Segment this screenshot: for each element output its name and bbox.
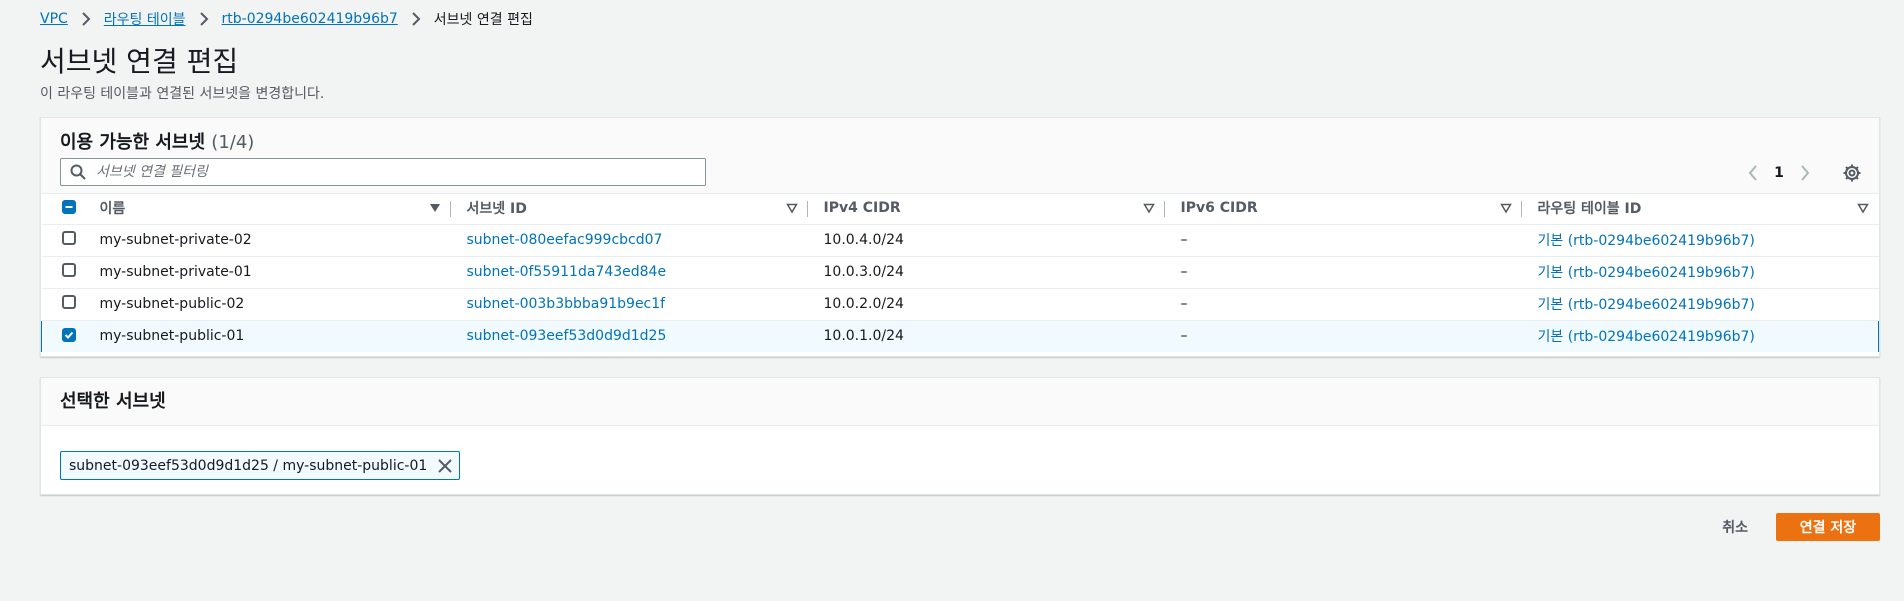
- subnet-id-link[interactable]: subnet-0f55911da743ed84e: [451, 264, 808, 280]
- ipv6-cidr: –: [1180, 328, 1188, 345]
- sort-icon[interactable]: [785, 202, 798, 214]
- column-header-label: IPv4 CIDR: [823, 200, 901, 217]
- page-description: 이 라우팅 테이블과 연결된 서브넷을 변경합니다.: [40, 86, 325, 102]
- subnet-name: my-subnet-private-01: [99, 264, 252, 280]
- next-page-icon[interactable]: [1795, 163, 1815, 183]
- pagination: 1: [1743, 163, 1815, 183]
- ipv4-cidr: 10.0.2.0/24: [823, 296, 904, 312]
- breadcrumb-current: 서브넷 연결 편집: [433, 12, 533, 28]
- subnet-id-link[interactable]: subnet-080eefac999cbcd07: [451, 232, 808, 248]
- sort-descending-icon[interactable]: [429, 202, 441, 214]
- select-all-checkbox[interactable]: [61, 200, 76, 215]
- selected-subnets-panel: 선택한 서브넷 subnet-093eef53d0d9d1d25 / my-su…: [40, 377, 1880, 495]
- selection-count: (1/4): [211, 132, 255, 153]
- column-header-ipv6[interactable]: IPv6 CIDR: [1164, 193, 1522, 225]
- panel-header: 이용 가능한 서브넷 (1/4) 1: [41, 118, 1879, 194]
- cancel-button[interactable]: 취소: [1714, 511, 1756, 543]
- table-row[interactable]: my-subnet-private-01 subnet-0f55911da743…: [41, 256, 1879, 289]
- form-actions: 취소 연결 저장: [1714, 511, 1880, 543]
- previous-page-icon[interactable]: [1743, 163, 1763, 183]
- save-associations-button[interactable]: 연결 저장: [1776, 513, 1880, 541]
- column-header-label: 이름: [99, 201, 126, 218]
- page-title: 서브넷 연결 편집: [40, 45, 239, 78]
- table-header-row: 이름 서브넷 ID IPv4 CIDR IPv6 CIDR 라우팅 테이블 ID: [41, 193, 1879, 225]
- breadcrumb-route-tables[interactable]: 라우팅 테이블: [104, 9, 186, 29]
- route-table-link[interactable]: 기본 (rtb-0294be602419b96b7): [1522, 262, 1879, 282]
- breadcrumb-vpc[interactable]: VPC: [40, 11, 68, 27]
- table-row-selected[interactable]: my-subnet-public-01 subnet-093eef53d0d9d…: [41, 319, 1879, 352]
- ipv4-cidr: 10.0.3.0/24: [823, 264, 904, 280]
- route-table-link[interactable]: 기본 (rtb-0294be602419b96b7): [1522, 294, 1879, 314]
- close-icon[interactable]: [437, 458, 453, 474]
- row-checkbox[interactable]: [62, 328, 76, 343]
- panel-title-text: 이용 가능한 서브넷: [60, 132, 206, 153]
- breadcrumb: VPC 라우팅 테이블 rtb-0294be602419b96b7 서브넷 연결…: [40, 9, 533, 29]
- subnet-id-link[interactable]: subnet-003b3bbba91b9ec1f: [451, 296, 808, 312]
- subnets-table: 이름 서브넷 ID IPv4 CIDR IPv6 CIDR 라우팅 테이블 ID…: [41, 193, 1879, 352]
- subnet-name: my-subnet-private-02: [99, 232, 252, 248]
- column-header-subnet-id[interactable]: 서브넷 ID: [450, 193, 808, 225]
- row-checkbox[interactable]: [61, 231, 76, 245]
- panel-title: 이용 가능한 서브넷 (1/4): [60, 128, 254, 154]
- breadcrumb-route-table-id[interactable]: rtb-0294be602419b96b7: [222, 11, 398, 27]
- column-header-ipv4[interactable]: IPv4 CIDR: [807, 193, 1165, 225]
- available-subnets-panel: 이용 가능한 서브넷 (1/4) 1: [40, 117, 1880, 357]
- header-select-all[interactable]: [41, 193, 94, 225]
- row-checkbox[interactable]: [61, 263, 76, 277]
- ipv4-cidr: 10.0.4.0/24: [823, 232, 904, 248]
- chevron-right-icon: [404, 9, 428, 29]
- table-row[interactable]: my-subnet-public-02 subnet-003b3bbba91b9…: [41, 288, 1879, 321]
- ipv6-cidr: –: [1180, 232, 1188, 248]
- chevron-right-icon: [192, 9, 216, 29]
- search-icon: [70, 164, 86, 180]
- gear-icon[interactable]: [1841, 162, 1863, 184]
- table-row[interactable]: my-subnet-private-02 subnet-080eefac999c…: [41, 224, 1879, 257]
- ipv6-cidr: –: [1180, 296, 1188, 312]
- filter-input[interactable]: [94, 163, 705, 181]
- filter-box: [60, 158, 706, 186]
- selected-subnet-token: subnet-093eef53d0d9d1d25 / my-subnet-pub…: [60, 451, 461, 480]
- chevron-right-icon: [74, 9, 98, 29]
- column-header-label: IPv6 CIDR: [1180, 200, 1258, 217]
- column-header-label: 서브넷 ID: [466, 201, 527, 218]
- ipv4-cidr: 10.0.1.0/24: [823, 328, 904, 345]
- column-header-label: 라우팅 테이블 ID: [1537, 201, 1642, 218]
- panel-title: 선택한 서브넷: [60, 391, 166, 412]
- column-header-name[interactable]: 이름: [93, 193, 451, 225]
- panel-header: 선택한 서브넷: [41, 378, 1879, 426]
- subnet-name: my-subnet-public-02: [99, 296, 245, 312]
- row-checkbox[interactable]: [61, 295, 76, 309]
- column-header-route-table[interactable]: 라우팅 테이블 ID: [1521, 193, 1879, 225]
- ipv6-cidr: –: [1180, 264, 1188, 280]
- page-number[interactable]: 1: [1771, 165, 1787, 181]
- route-table-link[interactable]: 기본 (rtb-0294be602419b96b7): [1522, 230, 1879, 250]
- token-label: subnet-093eef53d0d9d1d25 / my-subnet-pub…: [69, 457, 428, 474]
- subnet-name: my-subnet-public-01: [99, 328, 245, 345]
- sort-icon[interactable]: [1142, 202, 1155, 214]
- route-table-link[interactable]: 기본 (rtb-0294be602419b96b7): [1522, 326, 1879, 346]
- subnet-id-link[interactable]: subnet-093eef53d0d9d1d25: [451, 328, 808, 344]
- sort-icon[interactable]: [1499, 202, 1512, 214]
- sort-icon[interactable]: [1856, 202, 1869, 214]
